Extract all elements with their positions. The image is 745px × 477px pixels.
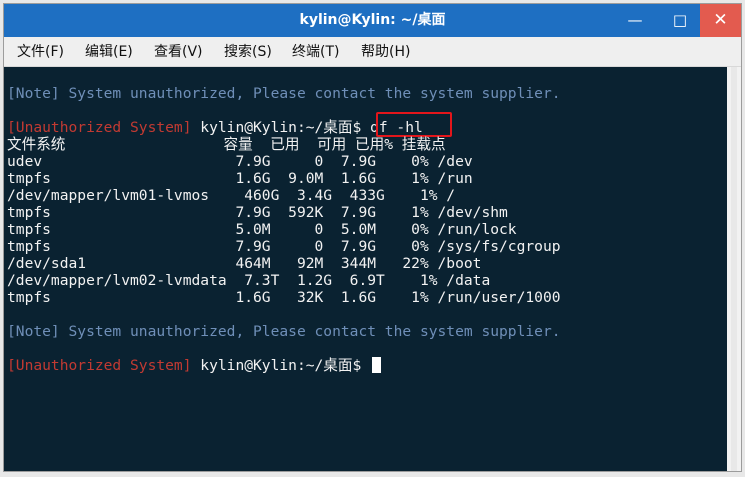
terminal-window: kylin@Kylin: ~/桌面 — □ ✕ 文件(F) 编辑(E) 查看(V… bbox=[3, 3, 742, 472]
df-row: /dev/mapper/lvm02-lvmdata 7.3T 1.2G 6.9T… bbox=[7, 272, 491, 289]
df-row: /dev/sda1 464M 92M 344M 22% /boot bbox=[7, 255, 482, 272]
df-row: /dev/mapper/lvm01-lvmos 460G 3.4G 433G 1… bbox=[7, 187, 456, 204]
vertical-scrollbar[interactable] bbox=[727, 67, 741, 471]
prompt-text: kylin@Kylin:~/桌面$ bbox=[191, 119, 371, 136]
prompt-text: kylin@Kylin:~/桌面$ bbox=[191, 357, 371, 374]
minimize-button[interactable]: — bbox=[618, 4, 652, 37]
maximize-button[interactable]: □ bbox=[663, 4, 697, 37]
df-row: tmpfs 7.9G 0 7.9G 0% /sys/fs/cgroup bbox=[7, 238, 561, 255]
text-cursor bbox=[372, 357, 382, 373]
menu-bar: 文件(F) 编辑(E) 查看(V) 搜索(S) 终端(T) 帮助(H) bbox=[4, 37, 741, 67]
terminal-output[interactable]: [Note] System unauthorized, Please conta… bbox=[4, 67, 727, 471]
note-line-1: [Note] System unauthorized, Please conta… bbox=[7, 85, 561, 102]
prompt-line-2: [Unauthorized System] kylin@Kylin:~/桌面$ bbox=[7, 357, 382, 374]
df-row: tmpfs 1.6G 9.0M 1.6G 1% /run bbox=[7, 170, 473, 187]
df-row: udev 7.9G 0 7.9G 0% /dev bbox=[7, 153, 473, 170]
df-header: 文件系统 容量 已用 可用 已用% 挂载点 bbox=[7, 136, 446, 153]
df-row: tmpfs 7.9G 592K 7.9G 1% /dev/shm bbox=[7, 204, 508, 221]
menu-edit[interactable]: 编辑(E) bbox=[85, 37, 133, 66]
prompt-line-1: [Unauthorized System] kylin@Kylin:~/桌面$ … bbox=[7, 119, 423, 136]
menu-view[interactable]: 查看(V) bbox=[154, 37, 203, 66]
menu-search[interactable]: 搜索(S) bbox=[224, 37, 272, 66]
scrollbar-thumb[interactable] bbox=[731, 67, 737, 471]
command-highlight-box bbox=[376, 112, 452, 137]
menu-file[interactable]: 文件(F) bbox=[17, 37, 64, 66]
close-button[interactable]: ✕ bbox=[700, 4, 741, 37]
title-bar[interactable]: kylin@Kylin: ~/桌面 — □ ✕ bbox=[4, 4, 741, 37]
df-row: tmpfs 1.6G 32K 1.6G 1% /run/user/1000 bbox=[7, 289, 561, 306]
menu-terminal[interactable]: 终端(T) bbox=[292, 37, 339, 66]
df-row: tmpfs 5.0M 0 5.0M 0% /run/lock bbox=[7, 221, 517, 238]
unauthorized-label: [Unauthorized System] bbox=[7, 357, 192, 374]
menu-help[interactable]: 帮助(H) bbox=[361, 37, 410, 66]
note-line-2: [Note] System unauthorized, Please conta… bbox=[7, 323, 561, 340]
unauthorized-label: [Unauthorized System] bbox=[7, 119, 192, 136]
